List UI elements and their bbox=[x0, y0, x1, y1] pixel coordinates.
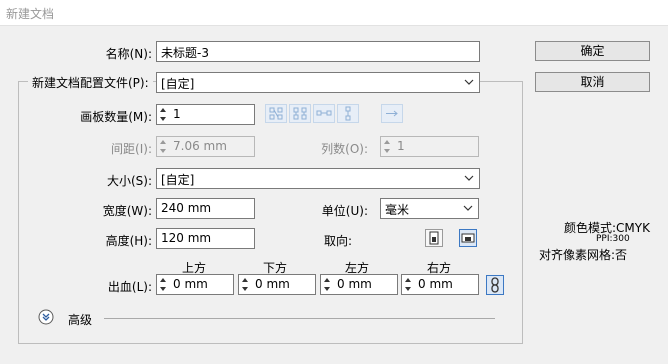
size-select[interactable]: [自定] bbox=[156, 168, 480, 189]
bleed-right-value: 0 mm bbox=[418, 277, 453, 291]
units-select-value: 毫米 bbox=[385, 203, 410, 217]
name-field[interactable]: 未标题-3 bbox=[156, 41, 480, 62]
stepper-arrows-icon[interactable] bbox=[382, 138, 392, 155]
artboard-count-value: 1 bbox=[173, 107, 181, 121]
layout-direction-icon[interactable] bbox=[381, 104, 403, 123]
landscape-orientation-icon[interactable] bbox=[459, 229, 477, 247]
stepper-arrows-icon[interactable] bbox=[158, 106, 168, 123]
chevron-down-icon bbox=[463, 205, 473, 211]
bleed-left-value: 0 mm bbox=[337, 277, 372, 291]
artboard-count-stepper[interactable]: 1 bbox=[156, 104, 255, 125]
spacing-value: 7.06 mm bbox=[173, 139, 227, 153]
columns-label: 列数(O): bbox=[321, 142, 368, 156]
bleed-label: 出血(L): bbox=[107, 280, 152, 294]
advanced-label: 高级 bbox=[68, 313, 93, 327]
stepper-arrows-icon[interactable] bbox=[240, 276, 250, 293]
spacing-label: 间距(I): bbox=[111, 142, 152, 156]
size-select-value: [自定] bbox=[161, 173, 195, 187]
profile-label: 新建文档配置文件(P): bbox=[28, 74, 153, 91]
stepper-arrows-icon[interactable] bbox=[322, 276, 332, 293]
cancel-button[interactable]: 取消 bbox=[535, 72, 650, 92]
name-label: 名称(N): bbox=[105, 47, 152, 61]
bleed-bottom-stepper[interactable]: 0 mm bbox=[238, 274, 316, 295]
stepper-arrows-icon[interactable] bbox=[158, 138, 168, 155]
portrait-orientation-icon[interactable] bbox=[425, 229, 443, 247]
spacing-stepper[interactable]: 7.06 mm bbox=[156, 136, 255, 157]
bleed-bottom-value: 0 mm bbox=[255, 277, 290, 291]
link-icon[interactable] bbox=[486, 275, 504, 295]
advanced-divider bbox=[104, 318, 495, 319]
units-select[interactable]: 毫米 bbox=[380, 198, 479, 219]
title-bar: 新建文档 bbox=[0, 0, 668, 26]
stepper-arrows-icon[interactable] bbox=[403, 276, 413, 293]
ok-button[interactable]: 确定 bbox=[535, 41, 650, 61]
chevron-down-icon bbox=[464, 79, 474, 85]
profile-select[interactable]: [自定] bbox=[156, 72, 480, 93]
artboard-count-label: 画板数量(M): bbox=[80, 110, 152, 124]
window-title: 新建文档 bbox=[6, 7, 55, 21]
bleed-right-stepper[interactable]: 0 mm bbox=[401, 274, 479, 295]
grid-by-column-icon[interactable] bbox=[289, 104, 311, 123]
height-label: 高度(H): bbox=[105, 234, 152, 248]
height-field[interactable]: 120 mm bbox=[156, 228, 255, 249]
bleed-top-value: 0 mm bbox=[173, 277, 208, 291]
size-label: 大小(S): bbox=[106, 174, 152, 188]
arrange-by-column-icon[interactable] bbox=[337, 104, 359, 123]
chevron-down-icon bbox=[464, 175, 474, 181]
bleed-left-stepper[interactable]: 0 mm bbox=[320, 274, 398, 295]
columns-stepper[interactable]: 1 bbox=[380, 136, 479, 157]
expand-chevron-icon[interactable] bbox=[38, 309, 54, 325]
grid-by-row-icon[interactable] bbox=[265, 104, 287, 123]
width-field[interactable]: 240 mm bbox=[156, 198, 255, 219]
pixel-grid-info: 对齐像素网格:否 bbox=[539, 248, 628, 262]
profile-select-value: [自定] bbox=[161, 77, 195, 91]
orientation-label: 取向: bbox=[324, 234, 353, 248]
width-label: 宽度(W): bbox=[102, 204, 152, 218]
columns-value: 1 bbox=[397, 139, 405, 153]
arrange-by-row-icon[interactable] bbox=[313, 104, 335, 123]
units-label: 单位(U): bbox=[321, 204, 368, 218]
stepper-arrows-icon[interactable] bbox=[158, 276, 168, 293]
ppi-info: PPI:300 bbox=[596, 234, 630, 244]
bleed-top-stepper[interactable]: 0 mm bbox=[156, 274, 234, 295]
